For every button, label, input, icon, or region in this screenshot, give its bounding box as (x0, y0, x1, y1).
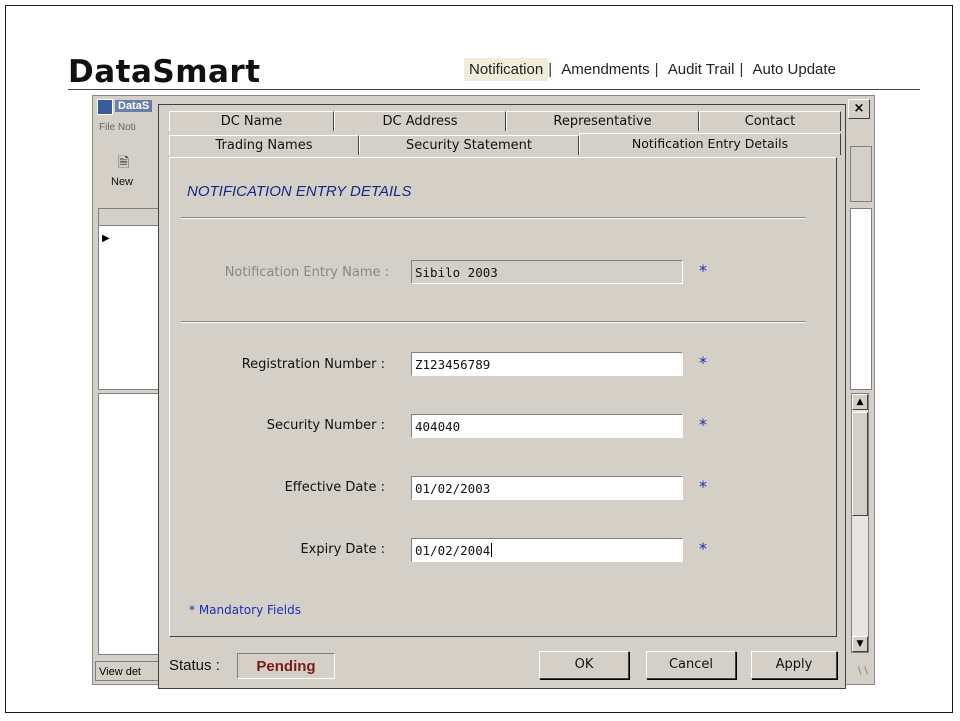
status-badge: Pending (237, 653, 335, 679)
document-icon: 🗎 (118, 155, 130, 171)
background-grid[interactable]: ▶ (98, 208, 164, 390)
tab-notification-entry-details[interactable]: Notification Entry Details (579, 133, 841, 155)
entry-name-field: Sibilo 2003 (411, 260, 683, 284)
close-icon[interactable]: × (848, 99, 870, 119)
background-tree-view[interactable] (98, 393, 164, 655)
required-marker: * (699, 261, 707, 280)
expiry-date-value: 01/02/2004 (415, 543, 491, 558)
background-menu-bar[interactable]: File Noti (99, 122, 136, 133)
new-button-label: New (111, 176, 134, 188)
scrollbar-thumb[interactable] (852, 412, 868, 516)
section-divider (181, 321, 806, 323)
required-marker: * (699, 353, 707, 372)
required-marker: * (699, 477, 707, 496)
brand-title: DataSmart (68, 54, 261, 90)
scroll-up-icon[interactable]: ▲ (852, 394, 868, 410)
nav-auto-update[interactable]: Auto Update (748, 58, 841, 81)
app-icon (97, 99, 113, 115)
effective-date-label: Effective Date : (284, 480, 385, 495)
status-label: Status : (169, 657, 220, 674)
new-button[interactable]: 🗎 New (98, 146, 154, 200)
brand-underline (68, 89, 920, 90)
tab-trading-names[interactable]: Trading Names (169, 135, 359, 155)
entry-name-label: Notification Entry Name : (224, 265, 389, 280)
required-marker: * (699, 415, 707, 434)
resize-grip-icon[interactable]: ∖∖ (856, 666, 870, 680)
background-window-title: DataS (115, 100, 153, 112)
background-status-bar: View det (95, 661, 161, 681)
nav-notification[interactable]: Notification (464, 58, 549, 81)
scroll-down-icon[interactable]: ▼ (852, 636, 868, 652)
ok-button[interactable]: OK (539, 651, 629, 679)
nav-amendments[interactable]: Amendments (556, 58, 654, 81)
notification-entry-dialog: DC Name DC Address Representative Contac… (158, 104, 846, 689)
top-navigation: Notification | Amendments | Audit Trail | A… (464, 58, 841, 81)
nav-separator: | (548, 61, 553, 78)
tab-panel (169, 157, 837, 637)
tab-dc-address[interactable]: DC Address (334, 111, 506, 131)
tab-dc-name[interactable]: DC Name (169, 111, 334, 131)
background-grid-edge (850, 208, 872, 390)
cancel-button[interactable]: Cancel (646, 651, 736, 679)
nav-separator: | (739, 61, 744, 78)
expiry-date-label: Expiry Date : (300, 542, 385, 557)
tab-security-statement[interactable]: Security Statement (359, 135, 579, 155)
expiry-date-field[interactable]: 01/02/2004 (411, 538, 683, 562)
tab-representative[interactable]: Representative (506, 111, 699, 131)
mandatory-fields-note: * Mandatory Fields (189, 603, 301, 617)
grid-header (99, 209, 163, 226)
section-divider (181, 217, 806, 219)
text-cursor (491, 543, 493, 557)
row-pointer-icon: ▶ (102, 233, 110, 244)
effective-date-field[interactable]: 01/02/2003 (411, 476, 683, 500)
tab-contact[interactable]: Contact (699, 111, 841, 131)
nav-audit-trail[interactable]: Audit Trail (663, 58, 740, 81)
registration-number-field[interactable]: Z123456789 (411, 352, 683, 376)
section-title: NOTIFICATION ENTRY DETAILS (187, 183, 412, 200)
security-number-field[interactable]: 404040 (411, 414, 683, 438)
vertical-scrollbar[interactable]: ▲ ▼ (851, 393, 869, 653)
apply-button[interactable]: Apply (751, 651, 837, 679)
required-marker: * (699, 539, 707, 558)
security-number-label: Security Number : (266, 418, 385, 433)
registration-number-label: Registration Number : (241, 357, 385, 372)
background-toolbar-edge (850, 146, 872, 202)
nav-separator: | (654, 61, 659, 78)
